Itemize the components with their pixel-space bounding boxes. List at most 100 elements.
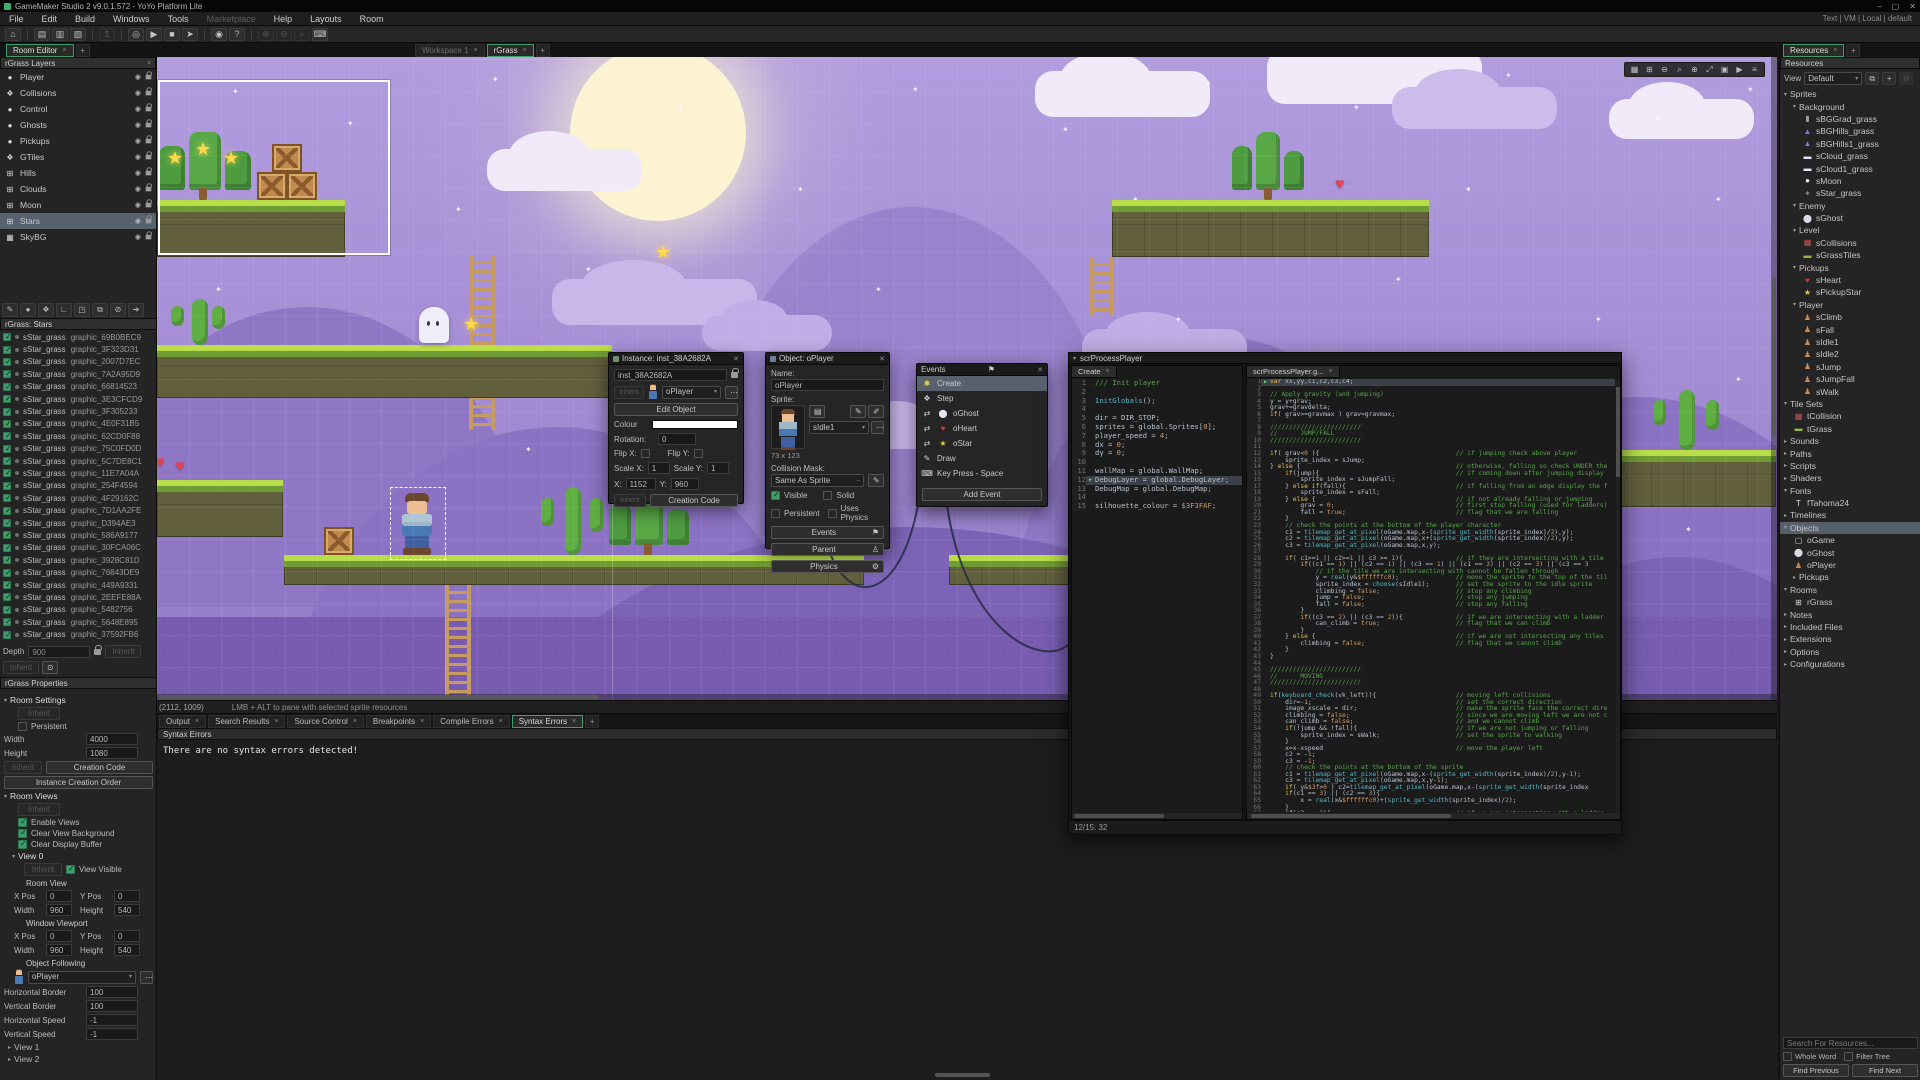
platform[interactable] — [949, 555, 1077, 585]
heart-pickup[interactable]: ♥ — [1335, 177, 1345, 193]
asset-visible-checkbox[interactable] — [3, 543, 12, 552]
tree-item-smoon[interactable]: ● sMoon — [1780, 175, 1920, 187]
save-project-icon[interactable]: ▧ — [70, 27, 86, 41]
asset-row[interactable]: sStar_grass graphic_66814523 — [0, 381, 156, 393]
enable-views-checkbox[interactable] — [18, 817, 27, 827]
menu-icon[interactable]: ≡ — [1748, 64, 1761, 75]
preview-icon[interactable]: ▣ — [1718, 64, 1731, 75]
tree-item-ogame[interactable]: ▢ oGame — [1780, 534, 1920, 546]
asset-row[interactable]: sStar_grass graphic_2EEFE88A — [0, 591, 156, 603]
creation-code-button[interactable]: Creation Code — [650, 494, 738, 507]
maximize-icon[interactable]: ▢ — [1892, 2, 1900, 11]
chevron-right-icon[interactable]: ▸ — [1793, 574, 1796, 581]
tree-item-scloud1-grass[interactable]: ▬ sCloud1_grass — [1780, 162, 1920, 174]
physics-button[interactable]: Physics ⚙ — [771, 560, 884, 573]
asset-visible-checkbox[interactable] — [3, 580, 12, 589]
asset-row[interactable]: sStar_grass graphic_11E7A04A — [0, 467, 156, 479]
close-tab-icon[interactable]: × — [1328, 368, 1332, 375]
property-input[interactable]: 960 — [46, 944, 72, 956]
object-select[interactable]: oPlayer ▾ — [662, 385, 721, 399]
lock-icon[interactable] — [145, 183, 153, 192]
asset-visible-checkbox[interactable] — [3, 481, 12, 490]
chevron-right-icon[interactable]: ▸ — [1784, 648, 1787, 655]
chevron-down-icon[interactable]: ▾ — [1784, 487, 1787, 494]
zoom-reset-icon[interactable]: ⌕ — [1673, 64, 1686, 75]
events-button[interactable]: Events ⚑ — [771, 526, 884, 539]
event-row-create[interactable]: ✱ Create — [917, 376, 1047, 391]
layer-row-stars[interactable]: ⊞ Stars ◉ — [0, 213, 156, 229]
asset-row[interactable]: sStar_grass graphic_254F4594 — [0, 480, 156, 492]
asset-row[interactable]: sStar_grass graphic_37592FB6 — [0, 628, 156, 640]
flipy-checkbox[interactable] — [693, 449, 703, 458]
layer-row-ghosts[interactable]: ● Ghosts ◉ — [0, 117, 156, 133]
edit-image-icon[interactable]: ✎ — [850, 405, 866, 418]
chevron-right-icon[interactable]: ▸ — [1784, 623, 1787, 630]
close-tab-icon[interactable]: × — [195, 716, 199, 728]
asset-row[interactable]: sStar_grass graphic_75C0FD0D — [0, 443, 156, 455]
section-room-views[interactable]: ▾ Room Views — [4, 791, 153, 801]
close-icon[interactable]: ✕ — [1909, 2, 1916, 11]
chevron-right-icon[interactable]: ▸ — [1784, 611, 1787, 618]
tree-item-sidle2[interactable]: ♟ sIdle2 — [1780, 348, 1920, 360]
dock-scrollbar[interactable] — [935, 1073, 990, 1077]
close-tab-icon[interactable]: × — [474, 45, 478, 57]
event-row-draw[interactable]: ✎ Draw — [917, 451, 1047, 466]
instance-creation-order-button[interactable]: Instance Creation Order — [4, 776, 153, 789]
tree-item-background[interactable]: ▾ Background — [1780, 100, 1920, 112]
tab-workspace-1[interactable]: Workspace 1 × — [415, 44, 485, 57]
asset-row[interactable]: sStar_grass graphic_7D1AA2FE — [0, 504, 156, 516]
target-icon[interactable]: ◎ — [128, 27, 144, 41]
chevron-down-icon[interactable]: ▾ — [4, 697, 7, 704]
depth-input[interactable]: 900 — [28, 645, 91, 658]
property-input[interactable]: 0 — [114, 890, 140, 902]
menu-file[interactable]: File — [0, 12, 33, 26]
event-row-ostar[interactable]: ⇄ ★ oStar — [917, 436, 1047, 451]
visibility-eye-icon[interactable]: ◉ — [135, 73, 141, 81]
persistent-checkbox[interactable] — [771, 508, 780, 518]
filter-tree-checkbox[interactable] — [1844, 1052, 1854, 1061]
platform[interactable] — [1112, 200, 1429, 257]
lock-icon[interactable] — [731, 368, 739, 378]
asset-visible-checkbox[interactable] — [3, 357, 12, 366]
add-workspace-tab-button[interactable]: + — [535, 44, 550, 57]
tree-item-player[interactable]: ▾ Player — [1780, 299, 1920, 311]
tab-rgrass[interactable]: rGrass × — [486, 44, 534, 57]
dock-tab-compile-errors[interactable]: Compile Errors × — [433, 715, 510, 728]
visibility-eye-icon[interactable]: ◉ — [135, 137, 141, 145]
path-tool-icon[interactable]: ∟ — [56, 303, 72, 317]
asset-row[interactable]: sStar_grass graphic_62CD0F88 — [0, 430, 156, 442]
asset-row[interactable]: sStar_grass graphic_5648E895 — [0, 616, 156, 628]
asset-visible-checkbox[interactable] — [3, 407, 12, 416]
tree-item-included-files[interactable]: ▸ Included Files — [1780, 621, 1920, 633]
code-window-titlebar[interactable]: ▾ scrProcessPlayer — [1069, 353, 1621, 364]
dock-tab-breakpoints[interactable]: Breakpoints × — [365, 715, 432, 728]
asset-row[interactable]: sStar_grass graphic_3E3CFCD9 — [0, 393, 156, 405]
close-tab-icon[interactable]: × — [420, 716, 424, 728]
asset-row[interactable]: sStar_grass graphic_30FCA06C — [0, 542, 156, 554]
add-event-button[interactable]: Add Event — [922, 488, 1042, 501]
chevron-down-icon[interactable]: ▾ — [1793, 103, 1796, 110]
tree-item-sidle1[interactable]: ♟ sIdle1 — [1780, 336, 1920, 348]
find-previous-button[interactable]: Find Previous — [1783, 1064, 1849, 1077]
rotation-input[interactable]: 0 — [658, 433, 696, 445]
eraser-tool-icon[interactable]: ● — [20, 303, 36, 317]
dock-tab-output[interactable]: Output × — [159, 715, 207, 728]
lock-icon[interactable] — [145, 215, 153, 224]
solid-checkbox[interactable] — [823, 491, 833, 500]
edit-object-button[interactable]: Edit Object — [614, 403, 738, 416]
chevron-down-icon[interactable]: ▾ — [12, 853, 15, 860]
layer-row-player[interactable]: ● Player ◉ — [0, 69, 156, 85]
section-room-settings[interactable]: ▾ Room Settings — [4, 695, 153, 705]
layer-settings-icon[interactable]: ⊙ — [42, 661, 58, 674]
new-project-icon[interactable]: ▤ — [34, 27, 50, 41]
visibility-eye-icon[interactable]: ◉ — [135, 105, 141, 113]
asset-row[interactable]: sStar_grass graphic_69B0BEC9 — [0, 331, 156, 343]
asset-visible-checkbox[interactable] — [3, 419, 12, 428]
ladder[interactable] — [1090, 257, 1114, 315]
crate[interactable] — [324, 527, 354, 555]
property-input[interactable]: 0 — [114, 930, 140, 942]
chevron-right-icon[interactable]: ▸ — [1784, 661, 1787, 668]
object-name-input[interactable]: oPlayer — [771, 379, 884, 391]
event-row-oheart[interactable]: ⇄ ♥ oHeart — [917, 421, 1047, 436]
tree-item-enemy[interactable]: ▾ Enemy — [1780, 200, 1920, 212]
